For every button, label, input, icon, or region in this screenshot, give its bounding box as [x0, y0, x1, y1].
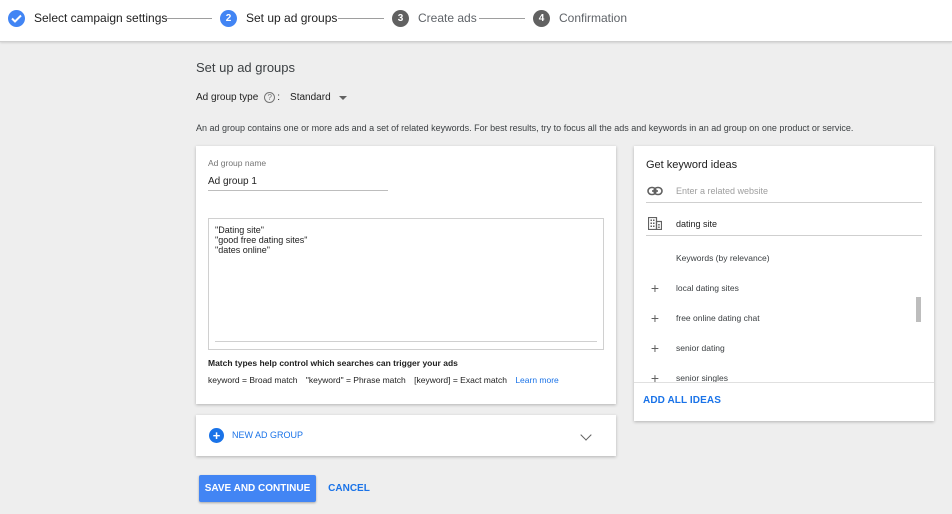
new-ad-group-card[interactable]: + NEW AD GROUP [196, 415, 616, 456]
step-confirmation[interactable]: 4 Confirmation [533, 9, 627, 27]
related-website-input[interactable] [676, 185, 896, 196]
add-icon[interactable]: + [646, 281, 664, 295]
chevron-down-icon[interactable] [580, 429, 592, 441]
ad-group-name-input[interactable] [208, 173, 388, 191]
ideas-divider [634, 382, 934, 383]
step-connector [479, 18, 525, 19]
step-connector [166, 18, 212, 19]
keywords-textarea[interactable]: "Dating site" "good free dating sites" "… [208, 218, 604, 350]
keyword-idea-text: free online dating chat [676, 313, 760, 323]
match-types-legend: keyword = Broad match "keyword" = Phrase… [208, 375, 565, 385]
keyword-idea-item: + local dating sites [646, 280, 739, 296]
save-and-continue-button[interactable]: SAVE AND CONTINUE [199, 475, 316, 502]
ad-group-card: Ad group name "Dating site" "good free d… [196, 146, 616, 404]
caret-down-icon [338, 95, 347, 100]
keywords-relevance-header: Keywords (by relevance) [676, 253, 770, 263]
step-connector [338, 18, 384, 19]
match-types-title: Match types help control which searches … [208, 358, 458, 368]
add-icon[interactable]: + [646, 371, 664, 382]
keyword-idea-item: + free online dating chat [646, 310, 760, 326]
link-icon [646, 184, 664, 198]
step-create-ads[interactable]: 3 Create ads [392, 9, 477, 27]
add-icon[interactable]: + [646, 311, 664, 325]
building-icon [646, 217, 664, 231]
add-all-ideas-button[interactable]: ADD ALL IDEAS [643, 395, 721, 406]
learn-more-link[interactable]: Learn more [515, 375, 558, 385]
product-service-input[interactable] [676, 218, 896, 229]
ad-group-description: An ad group contains one or more ads and… [196, 123, 854, 133]
keyword-line: "Dating site" [215, 225, 264, 235]
ad-group-type-label: Ad group type [196, 92, 259, 103]
stepper-header: Select campaign settings 2 Set up ad gro… [0, 0, 952, 42]
ad-group-type-row: Ad group type ? : Standard [196, 92, 347, 103]
product-row [646, 212, 922, 236]
add-icon[interactable]: + [646, 341, 664, 355]
ad-group-type-colon: : [277, 92, 281, 103]
keyword-idea-text: senior dating [676, 343, 725, 353]
step-select-campaign-settings[interactable]: Select campaign settings [8, 9, 167, 27]
match-phrase: "keyword" = Phrase match [305, 375, 406, 385]
website-row [646, 179, 922, 203]
keyword-idea-item: + senior singles [646, 370, 728, 382]
help-icon[interactable]: ? [264, 92, 276, 103]
step-number: 2 [220, 9, 237, 27]
step-label: Set up ad groups [246, 11, 338, 25]
page-title: Set up ad groups [196, 60, 296, 75]
keyword-line: "dates online" [215, 245, 270, 255]
check-icon [8, 9, 25, 27]
ad-group-type-dropdown[interactable]: Standard [290, 92, 347, 103]
scrollbar-thumb[interactable] [916, 297, 921, 322]
keyword-idea-text: local dating sites [676, 283, 739, 293]
keyword-line: "good free dating sites" [215, 235, 308, 245]
step-set-up-ad-groups[interactable]: 2 Set up ad groups [220, 9, 337, 27]
step-number: 3 [392, 9, 409, 27]
textarea-underline [215, 341, 597, 342]
match-broad: keyword = Broad match [208, 375, 298, 385]
new-ad-group-button[interactable]: NEW AD GROUP [232, 430, 303, 440]
step-label: Confirmation [559, 11, 628, 25]
add-circle-icon: + [209, 428, 224, 443]
step-label: Select campaign settings [34, 11, 168, 25]
match-exact: [keyword] = Exact match [414, 375, 507, 385]
keyword-ideas-card: Get keyword ideas Keywords (by relevance… [634, 146, 934, 421]
ad-group-type-value: Standard [290, 92, 331, 103]
keyword-ideas-title: Get keyword ideas [646, 159, 738, 171]
cancel-button[interactable]: CANCEL [322, 475, 376, 502]
step-number: 4 [533, 9, 550, 27]
step-label: Create ads [418, 11, 477, 25]
keyword-idea-text: senior singles [676, 373, 728, 382]
keyword-idea-item: + senior dating [646, 340, 725, 356]
ad-group-name-label: Ad group name [208, 158, 267, 168]
